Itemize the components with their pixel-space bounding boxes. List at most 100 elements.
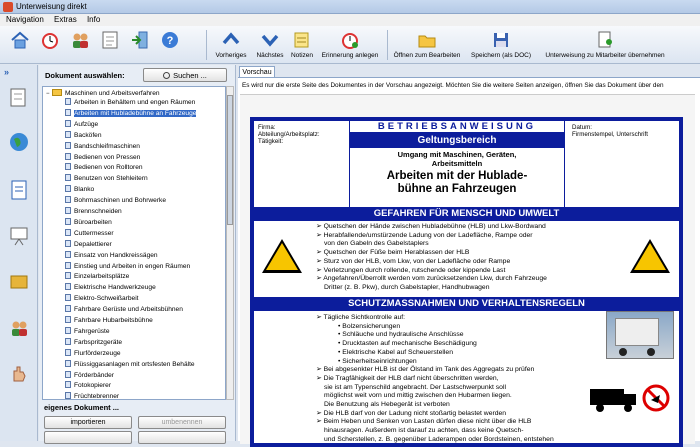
save-doc-button[interactable]: Speichern (als DOC) — [466, 29, 536, 60]
notes-button[interactable]: Notizen — [288, 29, 316, 60]
hazard-item: ➢ Verletzungen durch rollende, rutschend… — [316, 266, 506, 274]
document-icon — [65, 228, 71, 236]
checklist-button[interactable] — [98, 29, 122, 52]
tree-item[interactable]: Büroarbeiten — [65, 217, 112, 227]
alarm-button[interactable] — [38, 29, 62, 52]
tree-item[interactable]: Bandschleifmaschinen — [65, 141, 140, 151]
document-icon — [65, 174, 71, 182]
home-icon — [9, 29, 31, 51]
document-icon — [65, 392, 71, 399]
tree-item[interactable]: Fahrbare Gerüste und Arbeitsbühnen — [65, 305, 183, 314]
previous-button[interactable]: Vorheriges — [210, 29, 252, 60]
tree-item[interactable]: Blanko — [65, 185, 94, 194]
scrollbar-thumb[interactable] — [227, 95, 233, 225]
measure-item: • Sicherheitseinrichtungen — [338, 357, 417, 365]
tree-item[interactable]: Bedienen von Rolltoren — [65, 163, 143, 172]
document-icon[interactable] — [8, 179, 30, 201]
svg-text:?: ? — [167, 35, 174, 47]
tree-scrollbar[interactable] — [226, 86, 234, 400]
collapse-icon[interactable]: » — [4, 67, 9, 77]
arrow-down-icon — [259, 29, 281, 51]
tree-item[interactable]: Flurförderzeuge — [65, 348, 121, 358]
import-button[interactable]: importieren — [44, 416, 132, 429]
measure-item: ➢ Bei abgesenkter HLB ist der Ölstand im… — [316, 366, 535, 374]
search-button[interactable]: Suchen ... — [143, 68, 227, 82]
hazard-item: ➢ Quetschen der Füße beim Herablassen de… — [316, 249, 470, 257]
tree-item[interactable]: Fotokopierer — [65, 381, 111, 390]
header-center: BETRIEBSANWEISUNG Geltungsbereich Umgang… — [349, 121, 565, 207]
tree-item[interactable]: Fahrgerüste — [65, 326, 110, 336]
globe-icon[interactable] — [8, 131, 30, 153]
document-icon — [65, 261, 71, 269]
assign-employee-button[interactable]: Unterweisung zu Mitarbeiter übernehmen — [540, 29, 670, 60]
tree-item[interactable]: Benutzen von Stehleitern — [65, 174, 148, 183]
department-field: Abteilung/Arbeitsplatz: — [258, 131, 320, 138]
document-icon — [65, 326, 71, 334]
toolbar-separator — [206, 30, 207, 60]
reminder-button[interactable]: Erinnerung anlegen — [318, 29, 382, 60]
tree-item[interactable]: Einstieg und Arbeiten in engen Räumen — [65, 261, 190, 271]
bullet-arrow-icon: ➢ — [316, 231, 324, 239]
document-icon — [65, 283, 71, 291]
scope-line-1: Umgang mit Maschinen, Geräten, — [397, 150, 517, 159]
tree-item[interactable]: Arbeiten in Behältern und engen Räumen — [65, 98, 195, 107]
help-button[interactable]: ? — [158, 29, 182, 52]
tree-item[interactable]: Depalettierer — [65, 239, 112, 249]
document-tree[interactable]: − Maschinen und Arbeitsverfahren Arbeiten … — [42, 86, 226, 400]
bullet-arrow-icon: ➢ — [316, 366, 324, 374]
extra-button-right[interactable] — [138, 431, 226, 444]
document-type-heading: BETRIEBSANWEISUNG — [350, 121, 564, 133]
tree-item[interactable]: Brennschneiden — [65, 207, 122, 216]
own-document-label: eigenes Dokument ... — [44, 403, 120, 412]
tree-item[interactable]: Cuttermesser — [65, 228, 114, 238]
tree-item[interactable]: Aufzüge — [65, 119, 98, 129]
tree-item[interactable]: Förderbänder — [65, 370, 114, 380]
tree-item[interactable]: Bedienen von Pressen — [65, 152, 140, 162]
document-icon — [65, 316, 71, 323]
book-icon[interactable] — [8, 271, 30, 293]
menu-extras[interactable]: Extras — [54, 15, 77, 24]
preview-pane: Es wird nur die erste Seite des Dokument… — [238, 77, 700, 447]
exit-button[interactable] — [128, 29, 152, 52]
tree-item[interactable]: Bohrmaschinen und Bohrwerke — [65, 196, 166, 205]
tree-root-folder[interactable]: − Maschinen und Arbeitsverfahren — [46, 89, 160, 98]
extra-button-left[interactable] — [44, 431, 132, 444]
tree-item[interactable]: Fahrbare Hubarbeitsbühne — [65, 316, 153, 325]
tree-item[interactable]: Einzelarbeitsplätze — [65, 272, 129, 281]
tab-preview[interactable]: Vorschau — [239, 66, 275, 77]
hazards-list: ➢ Quetschen der Hände zwischen Hubladebü… — [316, 223, 547, 293]
bullet-arrow-icon: ➢ — [316, 374, 324, 382]
help-icon: ? — [159, 29, 181, 51]
side-checklist-icon[interactable] — [8, 87, 30, 109]
side-icon-bar: » — [0, 65, 38, 441]
tree-item[interactable]: Arbeiten mit Hubladebühne an Fahrzeuge — [65, 108, 197, 118]
tree-item[interactable]: Elektrische Handwerkzeuge — [65, 283, 156, 292]
tree-item[interactable]: Flüssiggasanlagen mit ortsfesten Behälte — [65, 359, 195, 369]
fall-hazard-warning-icon — [630, 239, 670, 273]
presentation-icon[interactable] — [8, 225, 30, 247]
tree-item[interactable]: Farbspritzgeräte — [65, 337, 122, 347]
home-button[interactable] — [8, 29, 32, 52]
menu-info[interactable]: Info — [87, 15, 100, 24]
document-icon — [65, 348, 71, 356]
next-button[interactable]: Nächstes — [252, 29, 288, 60]
tree-item[interactable]: Einsatz von Handkreissägen — [65, 250, 158, 260]
tree-item[interactable]: Früchtebrenner — [65, 392, 119, 399]
hazard-item: ➢ Quetschen der Hände zwischen Hubladebü… — [316, 223, 546, 230]
tree-item[interactable]: Elektro-Schweißarbeit — [65, 294, 139, 303]
users-button[interactable] — [68, 29, 92, 52]
instruction-document: Firma: Abteilung/Arbeitsplatz: Tätigkeit… — [250, 117, 683, 447]
open-edit-button[interactable]: Öffnen zum Bearbeiten — [390, 29, 464, 60]
document-icon — [65, 272, 71, 280]
menu-navigation[interactable]: Navigation — [6, 15, 44, 24]
rename-button[interactable]: umbenennen — [138, 416, 226, 429]
measure-item: • Bolzensicherungen — [338, 322, 401, 330]
measure-item: möglichst weit vorn und mittig zwischen … — [324, 392, 512, 400]
document-icon — [65, 294, 71, 302]
hand-icon[interactable] — [8, 363, 30, 385]
measure-item: Die Benutzung als Hebegerät ist verboten — [324, 401, 450, 409]
side-users-icon[interactable] — [8, 317, 30, 339]
hazards-heading: GEFAHREN FÜR MENSCH UND UMWELT — [254, 207, 679, 221]
tree-item[interactable]: Backöfen — [65, 130, 102, 140]
toolbar-separator — [387, 30, 388, 60]
